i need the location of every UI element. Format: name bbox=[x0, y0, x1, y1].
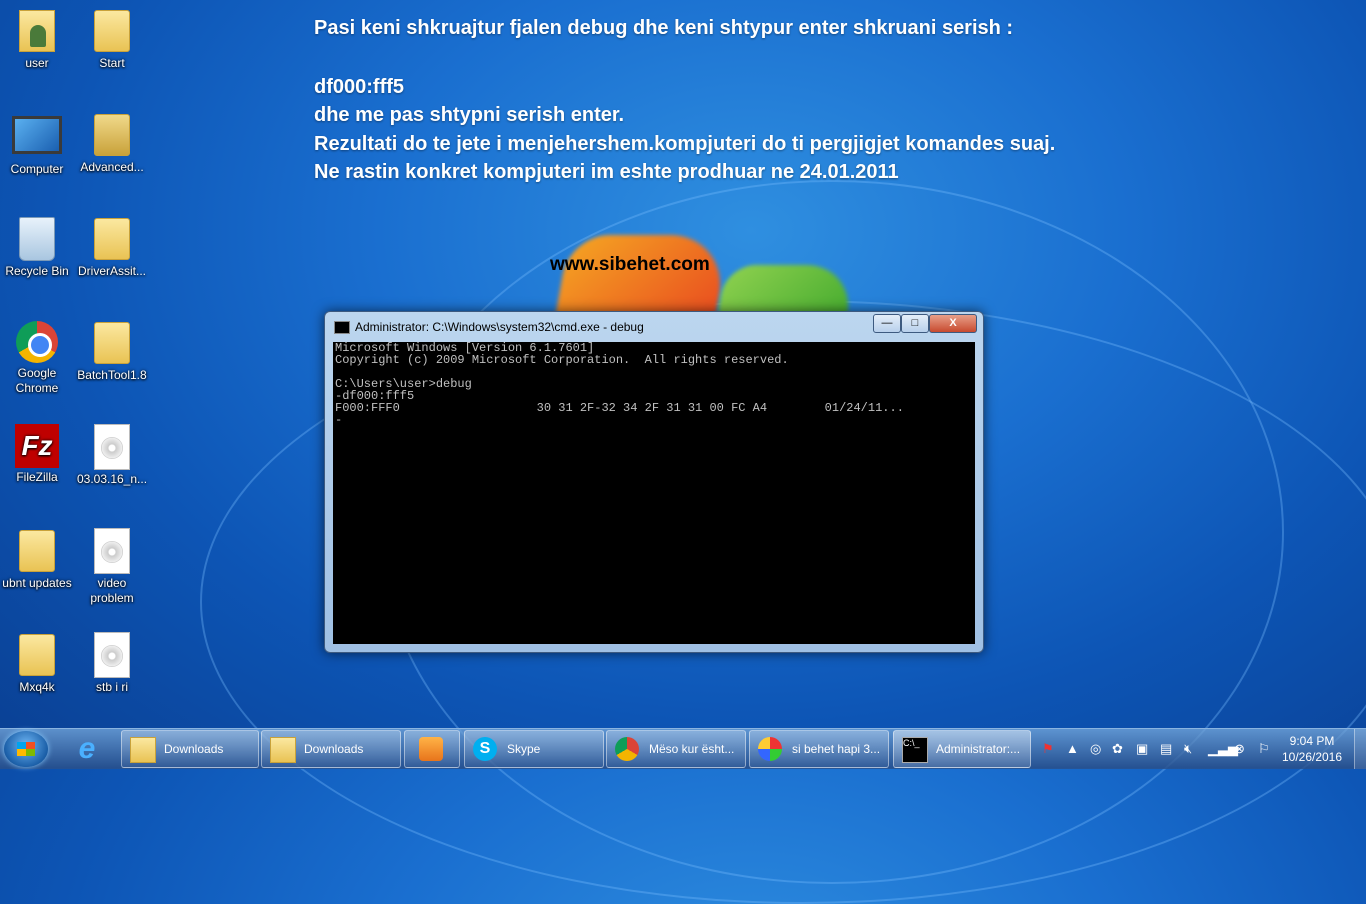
clock-time: 9:04 PM bbox=[1289, 734, 1335, 748]
desktop-icon-advanced[interactable]: Advanced... bbox=[76, 110, 148, 175]
desktop-icon-label: user bbox=[25, 56, 49, 70]
chrome-icon bbox=[16, 321, 58, 363]
paint-icon bbox=[758, 737, 782, 761]
taskbar-item-paint[interactable]: si behet hapi 3... bbox=[749, 730, 889, 768]
flag-notification-icon[interactable]: ⚐ bbox=[1258, 741, 1270, 757]
desktop-icon-label: Google Chrome bbox=[15, 366, 59, 395]
overlay-line-4: Rezultati do te jete i menjehershem.komp… bbox=[314, 133, 1056, 155]
overlay-line-2: df000:fff5 bbox=[314, 76, 405, 98]
folder-icon bbox=[94, 10, 130, 52]
desktop-icon-computer[interactable]: Computer bbox=[1, 110, 73, 177]
network-app-icon[interactable]: ◎ bbox=[1090, 741, 1101, 757]
desktop-icon-label: Advanced... bbox=[80, 160, 144, 174]
desktop-icon-label: Mxq4k bbox=[19, 680, 55, 694]
disc-file-icon bbox=[94, 632, 130, 678]
folder-icon bbox=[270, 737, 296, 763]
desktop-icon-label: BatchTool1.8 bbox=[77, 368, 147, 382]
user-folder-icon bbox=[19, 10, 55, 52]
desktop-icon-filezilla[interactable]: Fz FileZilla bbox=[1, 422, 73, 485]
desktop-icon-label: FileZilla bbox=[16, 470, 58, 484]
desktop-icon-recycle-bin[interactable]: Recycle Bin bbox=[1, 214, 73, 279]
flag-icon[interactable]: ⚑ bbox=[1042, 741, 1054, 757]
folder-icon bbox=[94, 322, 130, 364]
monitor-icon[interactable]: ▣ bbox=[1136, 741, 1148, 757]
volume-muted-icon[interactable]: 🔇︎ bbox=[1184, 741, 1192, 757]
overlay-line-3: dhe me pas shtypni serish enter. bbox=[314, 104, 625, 126]
clipboard-icon[interactable]: ▤ bbox=[1160, 741, 1172, 757]
taskbar: e Downloads Downloads S Skype Mëso kur ë… bbox=[0, 728, 1366, 769]
folder-icon bbox=[94, 218, 130, 260]
taskbar-item-label: Mëso kur ësht... bbox=[649, 742, 735, 756]
console-line: Copyright (c) 2009 Microsoft Corporation… bbox=[335, 353, 789, 367]
action-center-icon[interactable]: ⊗ bbox=[1234, 741, 1245, 757]
chrome-icon bbox=[615, 737, 639, 761]
console-output[interactable]: Microsoft Windows [Version 6.1.7601] Cop… bbox=[333, 342, 975, 644]
desktop-icon-label: 03.03.16_n... bbox=[76, 472, 148, 486]
close-button[interactable]: X bbox=[929, 314, 977, 333]
maximize-button[interactable]: □ bbox=[901, 314, 929, 333]
desktop-icon-user[interactable]: user bbox=[1, 6, 73, 71]
cmd-icon bbox=[334, 321, 350, 334]
taskbar-item-skype[interactable]: S Skype bbox=[464, 730, 604, 768]
desktop-icon-label: Start bbox=[99, 56, 125, 70]
start-button[interactable] bbox=[4, 731, 48, 767]
taskbar-item-label: Administrator:... bbox=[936, 742, 1021, 756]
desktop-icon-03-03-16[interactable]: 03.03.16_n... bbox=[76, 422, 148, 487]
desktop-icon-driverassist[interactable]: DriverAssit... bbox=[76, 214, 148, 279]
clock[interactable]: 9:04 PM 10/26/2016 bbox=[1276, 733, 1348, 765]
desktop-icon-label: stb i ri bbox=[95, 680, 128, 694]
computer-icon bbox=[12, 116, 62, 154]
taskbar-item-chrome[interactable]: Mëso kur ësht... bbox=[606, 730, 746, 768]
show-desktop-button[interactable] bbox=[1354, 729, 1366, 769]
desktop-icon-ubnt-updates[interactable]: ubnt updates bbox=[1, 526, 73, 591]
folder-icon bbox=[19, 634, 55, 676]
desktop-icon-label: Recycle Bin bbox=[5, 264, 69, 278]
show-hidden-icons-icon[interactable]: ▲ bbox=[1066, 741, 1079, 756]
disc-file-icon bbox=[94, 528, 130, 574]
taskbar-item-label: Downloads bbox=[304, 742, 364, 756]
cmd-window[interactable]: Administrator: C:\Windows\system32\cmd.e… bbox=[324, 311, 984, 653]
website-watermark: www.sibehet.com bbox=[550, 254, 710, 275]
overlay-line-1: Pasi keni shkruajtur fjalen debug dhe ke… bbox=[314, 17, 1014, 39]
filezilla-icon: Fz bbox=[15, 424, 59, 468]
clock-date: 10/26/2016 bbox=[1281, 750, 1343, 764]
window-title: Administrator: C:\Windows\system32\cmd.e… bbox=[355, 320, 644, 334]
console-line: C:\Users\user>debug bbox=[335, 377, 472, 391]
desktop-icon-google-chrome[interactable]: Google Chrome bbox=[1, 318, 73, 396]
minimize-button[interactable]: — bbox=[873, 314, 901, 333]
media-player-icon bbox=[419, 737, 443, 761]
desktop-icon-mxq4k[interactable]: Mxq4k bbox=[1, 630, 73, 695]
desktop-icon-label: video problem bbox=[90, 576, 134, 605]
taskbar-item-label: Skype bbox=[507, 742, 541, 756]
recycle-bin-icon bbox=[19, 217, 55, 261]
console-line: - bbox=[335, 413, 343, 427]
desktop-icon-video-problem[interactable]: video problem bbox=[76, 526, 148, 606]
folder-icon bbox=[19, 530, 55, 572]
console-line: F000:FFF0 30 31 2F-32 34 2F 31 31 00 FC … bbox=[335, 401, 904, 415]
taskbar-item-label: Downloads bbox=[164, 742, 224, 756]
skype-icon: S bbox=[473, 737, 497, 761]
security-icon[interactable]: ✿ bbox=[1112, 741, 1123, 757]
overlay-line-5: Ne rastin konkret kompjuteri im eshte pr… bbox=[314, 161, 899, 183]
desktop-icon-label: Computer bbox=[10, 162, 64, 176]
cmd-icon: C:\_ bbox=[902, 737, 928, 763]
disc-file-icon bbox=[94, 424, 130, 470]
taskbar-item-cmd[interactable]: C:\_ Administrator:... bbox=[893, 730, 1031, 768]
taskbar-item-downloads-1[interactable]: Downloads bbox=[121, 730, 259, 768]
desktop-icon-label: DriverAssit... bbox=[77, 264, 146, 278]
taskbar-item-label: si behet hapi 3... bbox=[792, 742, 881, 756]
desktop-icon-batchtool[interactable]: BatchTool1.8 bbox=[76, 318, 148, 383]
internet-explorer-icon[interactable]: e bbox=[70, 733, 104, 765]
taskbar-item-downloads-2[interactable]: Downloads bbox=[261, 730, 401, 768]
desktop-icon-stb-i-ri[interactable]: stb i ri bbox=[76, 630, 148, 695]
desktop-icon-label: ubnt updates bbox=[2, 576, 72, 590]
folder-icon bbox=[94, 114, 130, 156]
taskbar-item-media-player[interactable] bbox=[404, 730, 460, 768]
desktop-icon-start[interactable]: Start bbox=[76, 6, 148, 71]
folder-icon bbox=[130, 737, 156, 763]
